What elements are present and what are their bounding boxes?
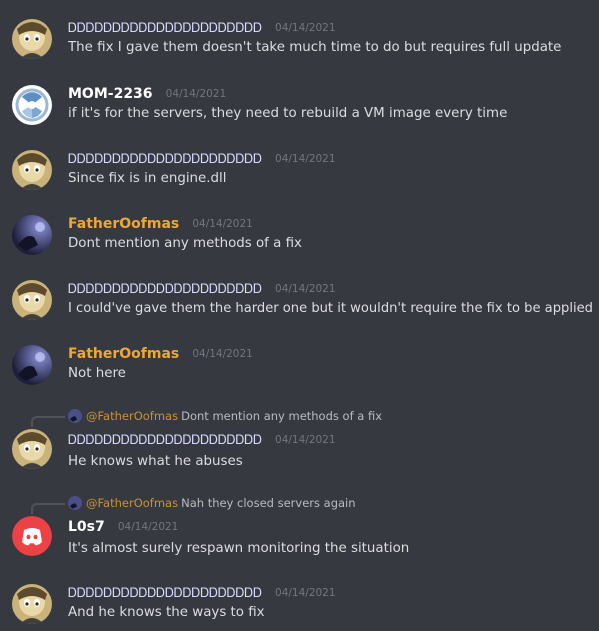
username[interactable]: ᎠᎠᎠᎠᎠᎠᎠᎠᎠᎠᎠᎠᎠᎠᎠᎠᎠᎠᎠᎠᎠᎠ [68,282,262,297]
username[interactable]: ᎠᎠᎠᎠᎠᎠᎠᎠᎠᎠᎠᎠᎠᎠᎠᎠᎠᎠᎠᎠᎠᎠ [68,586,262,601]
night-scene-icon [68,496,82,510]
blue-logo-icon [12,85,52,125]
timestamp: 04/14/2021 [275,434,336,446]
reply-avatar [68,496,82,510]
cartoon-character-icon [12,584,52,624]
timestamp: 04/14/2021 [275,153,336,165]
reply-preview[interactable]: @FatherOofmas Nah they closed servers aga… [68,495,356,511]
username[interactable]: MOM-2236 [68,86,153,102]
reply-avatar [68,409,82,423]
avatar[interactable] [12,215,52,255]
timestamp: 04/14/2021 [275,283,336,295]
night-scene-icon [12,345,52,385]
timestamp: 04/14/2021 [117,521,179,533]
message-text: The fix I gave them doesn't take much ti… [68,40,562,55]
night-scene-icon [12,215,52,255]
username[interactable]: ᎠᎠᎠᎠᎠᎠᎠᎠᎠᎠᎠᎠᎠᎠᎠᎠᎠᎠᎠᎠᎠᎠ [68,21,262,36]
avatar[interactable] [12,19,52,59]
avatar[interactable] [12,516,52,556]
message-text: Not here [68,366,126,381]
message-text: He knows what he abuses [68,454,243,469]
reply-mention[interactable]: @FatherOofmas [86,409,178,423]
message-text: I could've gave them the harder one but … [68,301,593,316]
timestamp: 04/14/2021 [275,22,336,34]
username[interactable]: FatherOofmas [68,216,179,232]
timestamp: 04/14/2021 [192,348,253,360]
discord-logo-icon [12,516,52,556]
reply-text[interactable]: Dont mention any methods of a fix [181,409,382,423]
username[interactable]: L0s7 [68,519,105,535]
avatar[interactable] [12,85,52,125]
username[interactable]: ᎠᎠᎠᎠᎠᎠᎠᎠᎠᎠᎠᎠᎠᎠᎠᎠᎠᎠᎠᎠᎠᎠ [68,433,262,448]
message-text: It's almost surely respawn monitoring th… [68,541,410,556]
avatar[interactable] [12,429,52,469]
chat-log: ᎠᎠᎠᎠᎠᎠᎠᎠᎠᎠᎠᎠᎠᎠᎠᎠᎠᎠᎠᎠᎠᎠ 04/14/2021 The fi… [0,0,599,631]
reply-spine [31,503,65,514]
cartoon-character-icon [12,150,52,190]
avatar[interactable] [12,280,52,320]
message-text: And he knows the ways to fix [68,605,265,620]
avatar[interactable] [12,584,52,624]
reply-text[interactable]: Nah they closed servers again [181,496,355,510]
message-text: Dont mention any methods of a fix [68,236,302,251]
night-scene-icon [68,409,82,423]
timestamp: 04/14/2021 [192,218,253,230]
avatar[interactable] [12,345,52,385]
cartoon-character-icon [12,429,52,469]
reply-mention[interactable]: @FatherOofmas [86,496,178,510]
reply-spine [31,416,65,427]
timestamp: 04/14/2021 [165,88,227,100]
message-text: Since fix is in engine.dll [68,171,227,186]
avatar[interactable] [12,150,52,190]
message-text: if it's for the servers, they need to re… [68,106,508,121]
username[interactable]: ᎠᎠᎠᎠᎠᎠᎠᎠᎠᎠᎠᎠᎠᎠᎠᎠᎠᎠᎠᎠᎠᎠ [68,152,262,167]
username[interactable]: FatherOofmas [68,346,179,362]
timestamp: 04/14/2021 [275,587,336,599]
cartoon-character-icon [12,19,52,59]
cartoon-character-icon [12,280,52,320]
reply-preview[interactable]: @FatherOofmas Dont mention any methods of… [68,408,382,424]
